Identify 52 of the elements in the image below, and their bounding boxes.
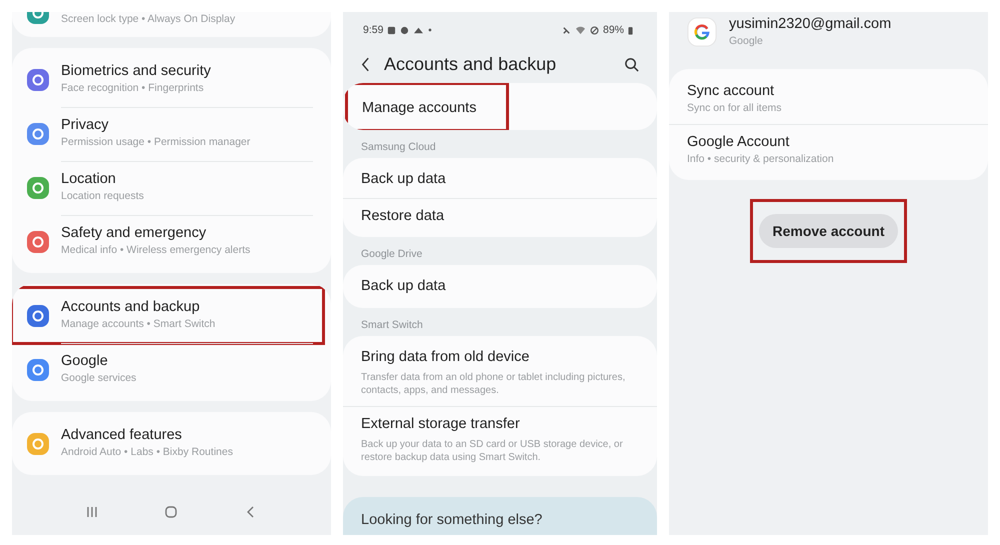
settings-item[interactable]: Advanced features Android Auto • Labs • Bixby Routines	[12, 416, 331, 471]
suggestion-title: Looking for something else?	[361, 512, 542, 528]
account-provider: Google	[729, 35, 764, 49]
item-subtitle: Transfer data from an old phone or tablet including pictures, contacts, apps, and messages.	[361, 370, 626, 397]
account-email: yusimin2320@gmail.com	[729, 16, 892, 32]
item-title: Sync account	[687, 82, 776, 99]
item-subtitle: Manage accounts • Smart Switch	[61, 318, 216, 332]
item-title: Manage accounts	[362, 100, 476, 116]
item-title: Back up data	[361, 171, 446, 189]
item-title: Privacy	[61, 117, 110, 134]
item-title: Restore data	[361, 208, 444, 226]
settings-item[interactable]: Google Account Info • security & personalization	[669, 124, 988, 176]
settings-item[interactable]: Accounts and backup Manage accounts • Smart Switch	[12, 288, 323, 343]
status-time: 9:59	[363, 24, 384, 36]
item-title: Google Account	[687, 134, 790, 150]
item-subtitle: Back up your data to an SD card or USB storage device, or restore backup data using Smart Switch.	[361, 438, 624, 464]
settings-item[interactable]: Location Location requests	[12, 160, 331, 215]
section-label: Google Drive	[360, 247, 424, 262]
battery-percent: 89%	[602, 24, 624, 36]
item-subtitle: Screen lock type • Always On Display	[61, 13, 236, 27]
section-label: Samsung Cloud	[360, 140, 437, 156]
item-title: Bring data from old device	[361, 348, 530, 366]
settings-item[interactable]: Restore data	[343, 198, 657, 234]
item-title: Advanced features	[61, 427, 183, 444]
item-title: Accounts and backup	[61, 299, 201, 316]
section-label: Smart Switch	[360, 318, 424, 333]
item-title: Safety and emergency	[61, 225, 208, 242]
settings-item[interactable]: Back up data	[343, 161, 657, 198]
item-subtitle: Info • security & personalization	[687, 153, 834, 167]
item-subtitle: Sync on for all items	[687, 102, 782, 116]
settings-item[interactable]: Back up data	[343, 268, 657, 305]
item-title: Location	[61, 171, 117, 188]
item-subtitle: Location requests	[61, 190, 144, 204]
remove-account-button[interactable]: Remove account	[759, 214, 898, 248]
item-subtitle: Android Auto • Labs • Bixby Routines	[61, 446, 233, 460]
settings-item[interactable]: Manage accounts	[343, 86, 657, 128]
item-subtitle: Face recognition • Fingerprints	[61, 82, 205, 96]
screen-title: Accounts and backup	[384, 54, 558, 75]
settings-item[interactable]: Privacy Permission usage • Permission manager	[12, 106, 331, 161]
item-subtitle: Permission usage • Permission manager	[61, 136, 250, 150]
settings-item[interactable]: Biometrics and security Face recognition • Fingerprints	[12, 52, 331, 107]
item-title: External storage transfer	[361, 416, 521, 434]
item-subtitle: Medical info • Wireless emergency alerts	[61, 244, 250, 258]
item-subtitle: Google services	[61, 372, 136, 386]
settings-item[interactable]: Google Google services	[12, 342, 331, 397]
item-title: Google	[61, 353, 109, 370]
item-title: Biometrics and security	[61, 63, 211, 80]
settings-item[interactable]: External storage transfer Back up your data to an SD card or USB storage device, or restore backup data using Smart Switch.	[343, 406, 657, 474]
item-title: Back up data	[361, 278, 446, 296]
settings-item[interactable]: Safety and emergency Medical info • Wireless emergency alerts	[12, 214, 331, 269]
settings-item[interactable]: Bring data from old device Transfer data from an old phone or tablet including pictures, contacts, apps, and messages.	[343, 338, 657, 406]
settings-item[interactable]: Sync account Sync on for all items	[669, 72, 988, 124]
